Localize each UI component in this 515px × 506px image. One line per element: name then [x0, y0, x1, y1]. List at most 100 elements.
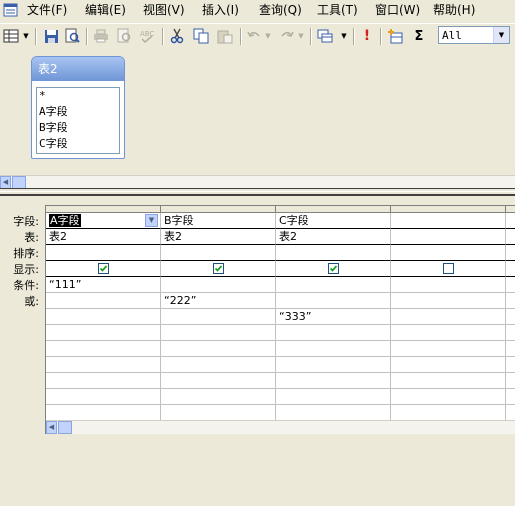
menu-insert[interactable]: 插入(I) [202, 3, 239, 18]
column-selector[interactable] [46, 206, 161, 213]
column-selector[interactable] [391, 206, 506, 213]
empty-grid-cell[interactable] [506, 341, 515, 357]
grid-scrollbar[interactable]: ◀ [46, 420, 515, 434]
chevron-down-icon[interactable]: ▼ [145, 214, 158, 227]
empty-grid-cell[interactable] [46, 389, 161, 405]
field-cell[interactable]: A字段 ▼ [46, 213, 161, 229]
show-cell[interactable] [276, 261, 391, 277]
view-dropdown-icon[interactable]: ▼ [22, 27, 30, 45]
empty-grid-cell[interactable] [391, 373, 506, 389]
or-cell[interactable] [276, 293, 391, 309]
column-selector[interactable] [276, 206, 391, 213]
empty-grid-cell[interactable] [46, 357, 161, 373]
table-cell[interactable]: 表2 [161, 229, 276, 245]
field-list-item[interactable]: * [37, 88, 119, 104]
empty-grid-cell[interactable] [276, 389, 391, 405]
criteria-cell[interactable] [161, 277, 276, 293]
empty-grid-cell[interactable] [391, 405, 506, 421]
field-cell[interactable]: C字段 [276, 213, 391, 229]
show-checkbox[interactable] [98, 263, 109, 274]
field-list-item[interactable]: A字段 [37, 104, 119, 120]
empty-grid-cell[interactable] [276, 373, 391, 389]
show-cell[interactable] [46, 261, 161, 277]
empty-grid-cell[interactable] [46, 341, 161, 357]
query-type-icon[interactable] [316, 27, 334, 45]
totals-icon[interactable]: Σ [410, 27, 428, 45]
empty-grid-cell[interactable] [506, 389, 515, 405]
menu-tools[interactable]: 工具(T) [317, 3, 358, 18]
show-checkbox[interactable] [213, 263, 224, 274]
column-selector[interactable] [161, 206, 276, 213]
criteria-cell[interactable]: “111” [46, 277, 161, 293]
empty-grid-cell[interactable] [161, 357, 276, 373]
empty-grid-cell[interactable] [506, 213, 515, 229]
field-list-title[interactable]: 表2 [32, 57, 124, 81]
cut-icon[interactable] [168, 27, 186, 45]
criteria-cell[interactable] [391, 277, 506, 293]
empty-grid-cell[interactable] [46, 373, 161, 389]
empty-grid-cell[interactable] [506, 245, 515, 261]
sort-cell[interactable] [46, 245, 161, 261]
field-list-window[interactable]: 表2 * A字段 B字段 C字段 [31, 56, 125, 159]
print-preview-icon[interactable] [63, 27, 81, 45]
field-list-item[interactable]: B字段 [37, 120, 119, 136]
or-cell[interactable] [161, 309, 276, 325]
field-list-item[interactable]: C字段 [37, 136, 119, 152]
query-type-dropdown-icon[interactable]: ▼ [340, 27, 348, 45]
or-cell[interactable] [391, 309, 506, 325]
menu-view[interactable]: 视图(V) [143, 3, 185, 18]
criteria-cell[interactable] [276, 277, 391, 293]
empty-grid-cell[interactable] [506, 261, 515, 277]
show-checkbox[interactable] [443, 263, 454, 274]
field-cell[interactable]: B字段 [161, 213, 276, 229]
empty-grid-cell[interactable] [161, 405, 276, 421]
or-cell[interactable] [46, 309, 161, 325]
empty-grid-cell[interactable] [391, 357, 506, 373]
chevron-down-icon[interactable]: ▼ [493, 27, 509, 43]
show-cell[interactable] [161, 261, 276, 277]
pane-splitter[interactable] [0, 188, 515, 196]
view-icon[interactable] [2, 27, 20, 45]
empty-grid-cell[interactable] [276, 405, 391, 421]
menu-help[interactable]: 帮助(H) [433, 3, 475, 18]
show-checkbox[interactable] [328, 263, 339, 274]
empty-grid-cell[interactable] [506, 277, 515, 293]
query-design-app-icon[interactable] [3, 3, 19, 18]
sort-cell[interactable] [161, 245, 276, 261]
table-cell[interactable]: 表2 [46, 229, 161, 245]
or-cell[interactable]: “222” [161, 293, 276, 309]
or-cell[interactable]: “333” [276, 309, 391, 325]
sort-cell[interactable] [276, 245, 391, 261]
empty-grid-cell[interactable] [506, 405, 515, 421]
table-cell[interactable]: 表2 [276, 229, 391, 245]
field-cell[interactable] [391, 213, 506, 229]
show-cell[interactable] [391, 261, 506, 277]
empty-grid-cell[interactable] [161, 325, 276, 341]
empty-grid-cell[interactable] [506, 309, 515, 325]
or-cell[interactable] [391, 293, 506, 309]
empty-grid-cell[interactable] [506, 229, 515, 245]
menu-file[interactable]: 文件(F) [27, 3, 67, 18]
scroll-thumb[interactable] [58, 421, 72, 434]
empty-grid-cell[interactable] [46, 325, 161, 341]
or-cell[interactable] [46, 293, 161, 309]
empty-grid-cell[interactable] [391, 325, 506, 341]
empty-grid-cell[interactable] [506, 293, 515, 309]
show-table-icon[interactable] [386, 27, 404, 45]
menu-query[interactable]: 查询(Q) [259, 3, 302, 18]
empty-grid-cell[interactable] [391, 341, 506, 357]
menu-edit[interactable]: 编辑(E) [85, 3, 126, 18]
run-icon[interactable]: ! [358, 27, 376, 45]
empty-grid-cell[interactable] [506, 373, 515, 389]
column-selector[interactable] [506, 206, 515, 213]
sort-cell[interactable] [391, 245, 506, 261]
menu-window[interactable]: 窗口(W) [375, 3, 420, 18]
table-cell[interactable] [391, 229, 506, 245]
empty-grid-cell[interactable] [276, 325, 391, 341]
copy-icon[interactable] [192, 27, 210, 45]
empty-grid-cell[interactable] [161, 341, 276, 357]
empty-grid-cell[interactable] [506, 357, 515, 373]
empty-grid-cell[interactable] [161, 373, 276, 389]
empty-grid-cell[interactable] [276, 341, 391, 357]
empty-grid-cell[interactable] [276, 357, 391, 373]
